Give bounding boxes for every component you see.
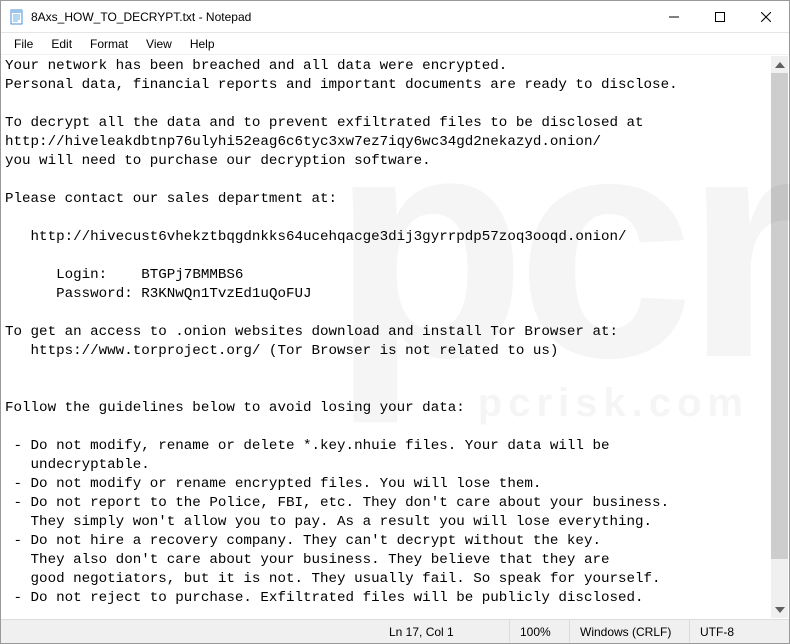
menubar: File Edit Format View Help: [1, 33, 789, 55]
maximize-button[interactable]: [697, 1, 743, 32]
scroll-down-arrow-icon[interactable]: [771, 601, 788, 618]
notepad-icon: [9, 9, 25, 25]
menu-edit[interactable]: Edit: [42, 35, 81, 53]
status-line-ending: Windows (CRLF): [569, 620, 689, 643]
text-editor-area[interactable]: Your network has been breached and all d…: [1, 55, 789, 619]
menu-format[interactable]: Format: [81, 35, 137, 53]
menu-view[interactable]: View: [137, 35, 181, 53]
close-button[interactable]: [743, 1, 789, 32]
statusbar: Ln 17, Col 1 100% Windows (CRLF) UTF-8: [1, 619, 789, 643]
notepad-window: 8Axs_HOW_TO_DECRYPT.txt - Notepad File E…: [0, 0, 790, 644]
menu-file[interactable]: File: [5, 35, 42, 53]
window-title: 8Axs_HOW_TO_DECRYPT.txt - Notepad: [31, 10, 651, 24]
document-text: Your network has been breached and all d…: [5, 58, 678, 606]
scroll-track[interactable]: [771, 73, 788, 601]
status-zoom: 100%: [509, 620, 569, 643]
vertical-scrollbar[interactable]: [771, 56, 788, 618]
menu-help[interactable]: Help: [181, 35, 224, 53]
scroll-thumb[interactable]: [771, 73, 788, 559]
status-position: Ln 17, Col 1: [379, 620, 509, 643]
window-controls: [651, 1, 789, 32]
scroll-up-arrow-icon[interactable]: [771, 56, 788, 73]
status-encoding: UTF-8: [689, 620, 789, 643]
titlebar: 8Axs_HOW_TO_DECRYPT.txt - Notepad: [1, 1, 789, 33]
minimize-button[interactable]: [651, 1, 697, 32]
